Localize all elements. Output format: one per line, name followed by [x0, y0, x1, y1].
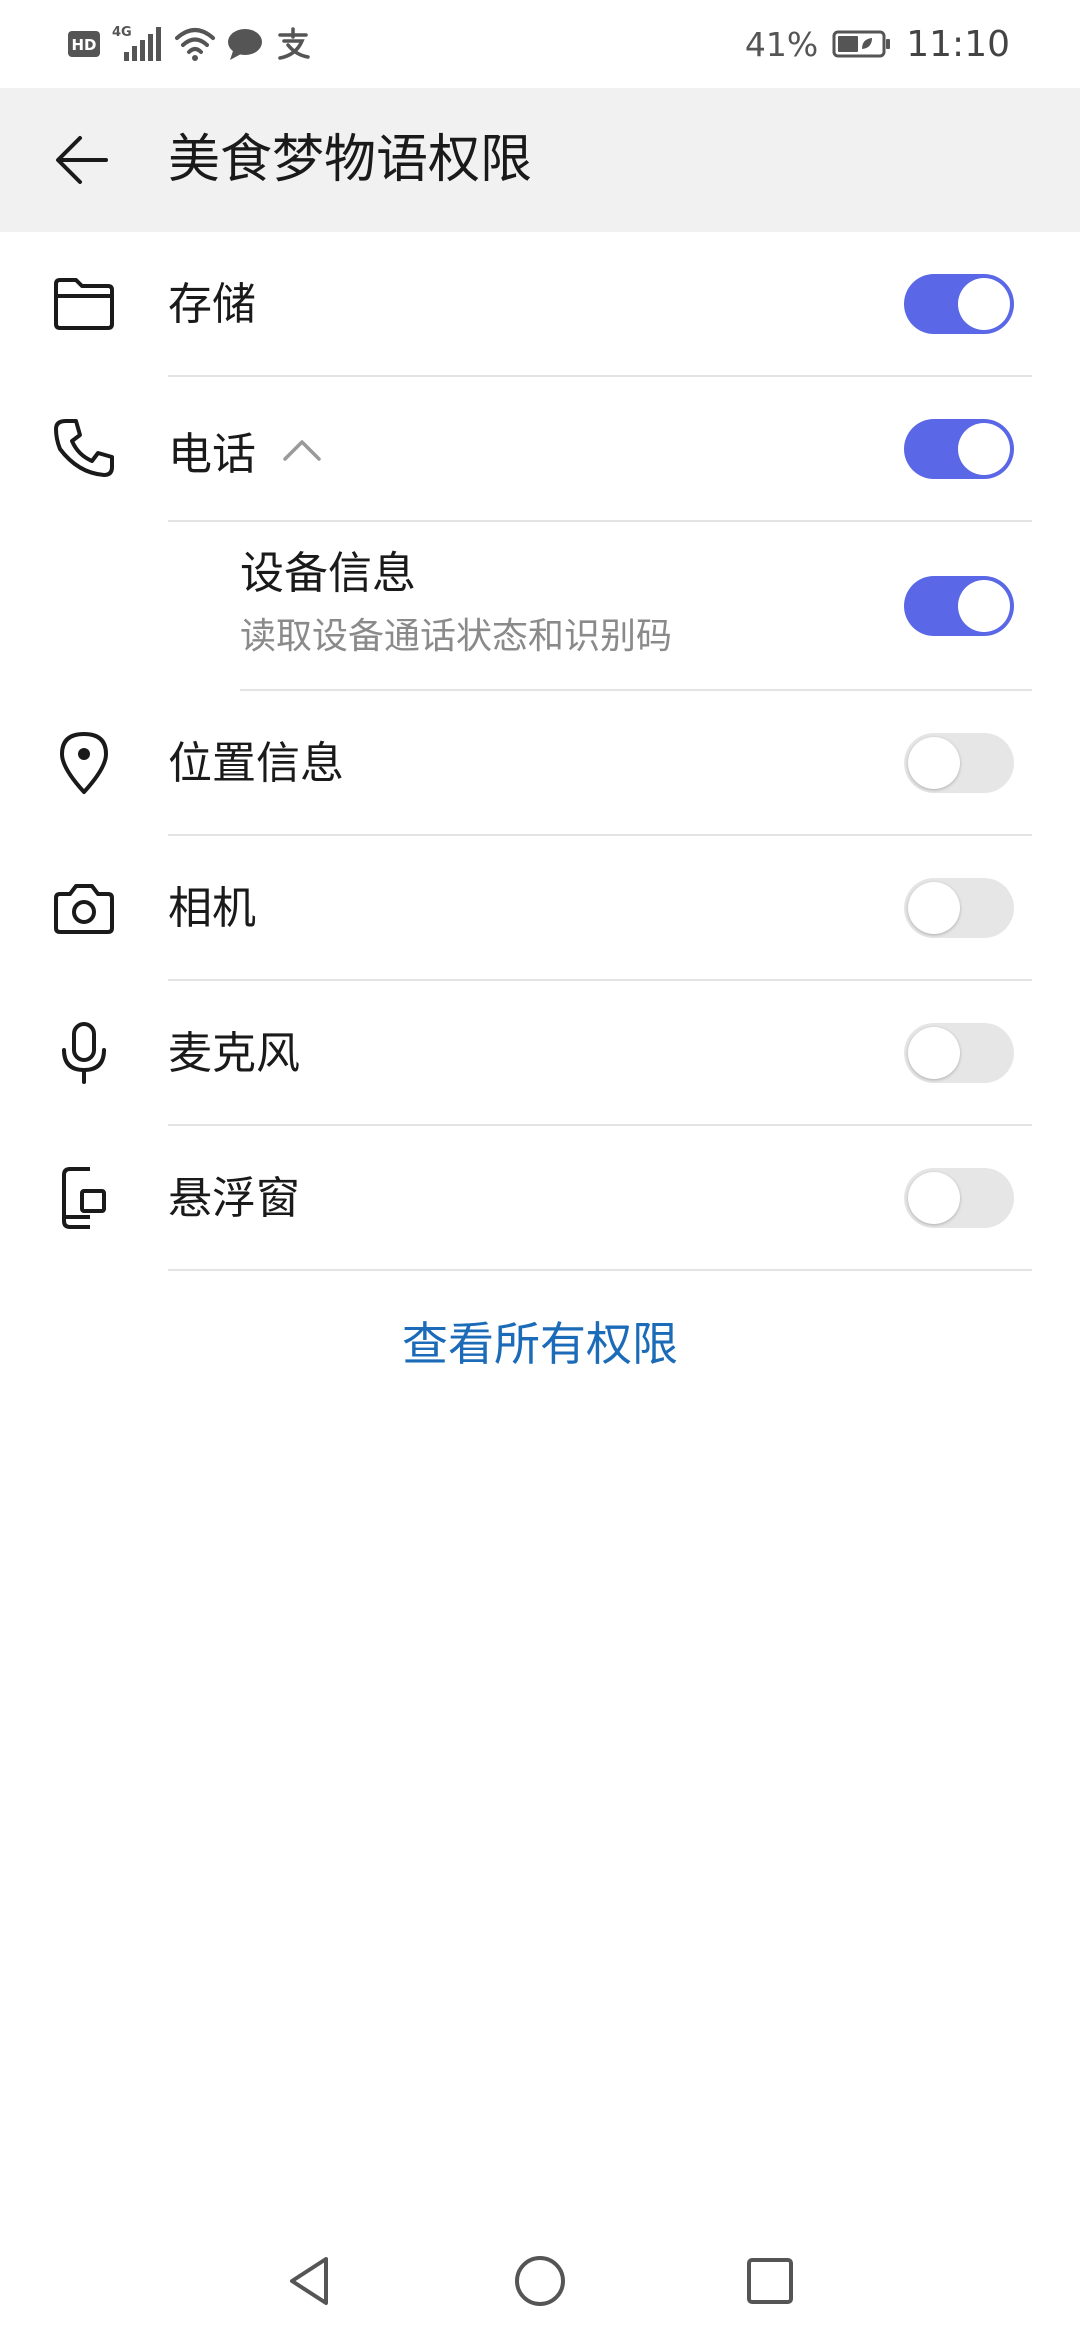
phone-icon: [48, 413, 120, 485]
view-all-permissions-link[interactable]: 查看所有权限: [0, 1308, 1080, 1374]
permission-label: 相机: [168, 883, 256, 934]
navigation-bar: [0, 2220, 1080, 2340]
permission-label: 麦克风: [168, 1028, 300, 1079]
nav-back-button[interactable]: [274, 2246, 344, 2316]
permission-description: 读取设备通话状态和识别码: [240, 616, 673, 657]
divider: [168, 1269, 1032, 1271]
permission-row-microphone[interactable]: 麦克风: [0, 981, 1080, 1126]
permission-row-camera[interactable]: 相机: [0, 836, 1080, 981]
hd-icon: HD: [68, 30, 100, 58]
back-arrow-icon: [56, 136, 108, 184]
permission-row-device-info[interactable]: 设备信息 读取设备通话状态和识别码: [0, 522, 1080, 691]
permission-row-location[interactable]: 位置信息: [0, 691, 1080, 836]
permission-label: 悬浮窗: [168, 1173, 300, 1224]
permission-label: 位置信息: [168, 738, 344, 789]
battery-percent: 41%: [744, 24, 819, 64]
title-bar: 美食梦物语权限: [0, 88, 1080, 232]
nav-recents-icon: [747, 2258, 793, 2304]
phone-toggle[interactable]: [904, 419, 1014, 479]
location-toggle[interactable]: [904, 733, 1014, 793]
permissions-screen: HD 4G 41% 11:10 美食梦物语权限 存储 电话 设备信息 读取设备通…: [0, 0, 1080, 2340]
camera-toggle[interactable]: [904, 878, 1014, 938]
battery-icon: [832, 29, 892, 59]
folder-icon: [48, 268, 120, 340]
floating-window-toggle[interactable]: [904, 1168, 1014, 1228]
page-title: 美食梦物语权限: [168, 130, 533, 190]
network-label: 4G: [112, 25, 132, 40]
permission-label: 存储: [168, 279, 256, 330]
wifi-icon: [174, 26, 216, 62]
permission-row-storage[interactable]: 存储: [0, 232, 1080, 377]
phone-label-group: 电话: [168, 377, 322, 522]
back-button[interactable]: [46, 124, 118, 196]
signal-4g-icon: 4G: [110, 24, 164, 64]
nav-recents-button[interactable]: [735, 2246, 805, 2316]
nav-home-icon: [515, 2256, 565, 2306]
device-info-toggle[interactable]: [904, 576, 1014, 636]
permission-label: 设备信息: [240, 548, 416, 599]
status-bar: HD 4G 41% 11:10: [0, 0, 1080, 88]
nav-back-icon: [290, 2257, 328, 2305]
floating-window-icon: [48, 1162, 120, 1234]
permission-row-floating-window[interactable]: 悬浮窗: [0, 1126, 1080, 1271]
status-right-icons: 41% 11:10: [745, 20, 1010, 68]
location-pin-icon: [48, 727, 120, 799]
permission-row-phone[interactable]: 电话: [0, 377, 1080, 522]
permission-label: 电话: [168, 428, 256, 480]
storage-toggle[interactable]: [904, 274, 1014, 334]
chevron-up-icon[interactable]: [282, 437, 322, 463]
hd-label: HD: [71, 36, 96, 54]
microphone-toggle[interactable]: [904, 1023, 1014, 1083]
microphone-icon: [48, 1017, 120, 1089]
message-bubble-icon: [226, 27, 264, 61]
alipay-icon: [274, 27, 312, 61]
camera-icon: [48, 872, 120, 944]
clock: 11:10: [906, 23, 1010, 65]
status-left-icons: HD 4G: [68, 20, 312, 68]
permission-list: 存储 电话 设备信息 读取设备通话状态和识别码 位置信息 相机 麦克风 悬浮窗: [0, 232, 1080, 1271]
nav-home-button[interactable]: [505, 2246, 575, 2316]
